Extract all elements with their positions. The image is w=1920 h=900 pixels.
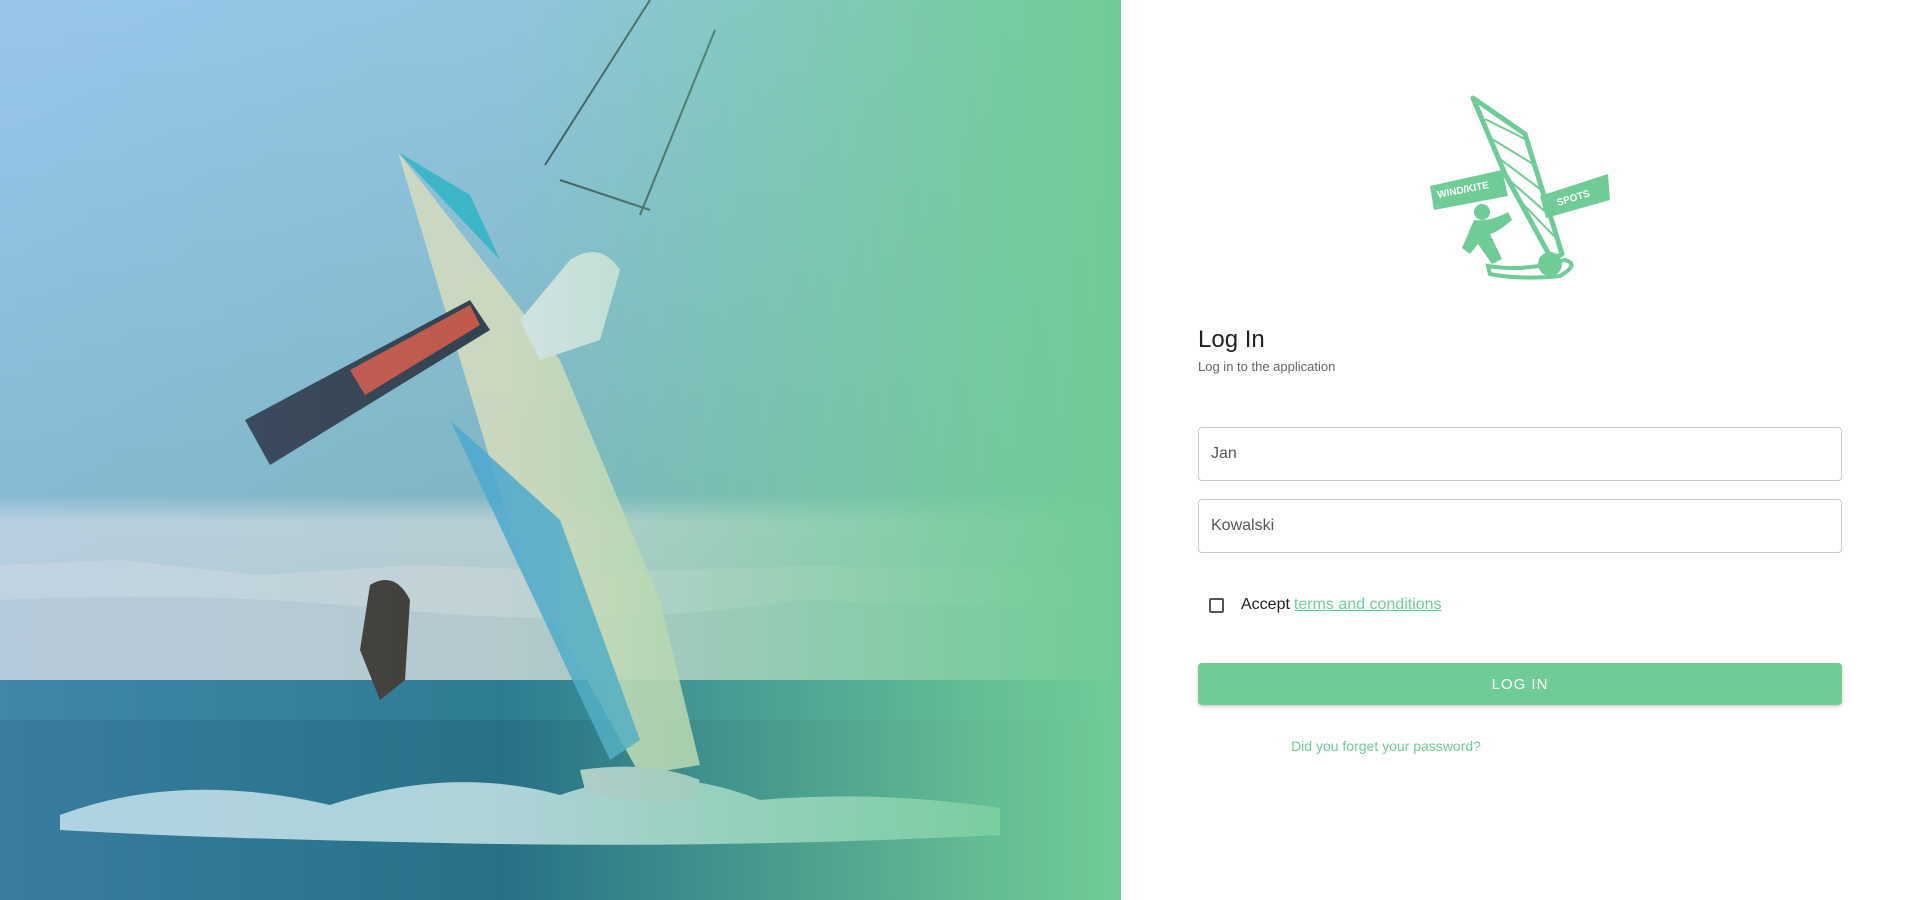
login-button[interactable]: LOG IN: [1198, 663, 1842, 705]
page-subtitle: Log in to the application: [1198, 359, 1336, 374]
terms-row: Accept terms and conditions: [1209, 596, 1442, 614]
accept-terms-checkbox[interactable]: [1209, 597, 1224, 613]
hero-gradient-overlay: [0, 0, 1121, 900]
windsurfer-logo-icon: WIND/KITE SPOTS: [1430, 95, 1610, 280]
terms-link[interactable]: terms and conditions: [1294, 596, 1442, 614]
first-name-input[interactable]: [1198, 427, 1842, 481]
page-title: Log In: [1198, 326, 1265, 353]
last-name-input[interactable]: [1198, 499, 1842, 553]
accept-label: Accept: [1241, 596, 1290, 613]
forgot-password-link[interactable]: Did you forget your password?: [1198, 738, 1574, 754]
hero-image: [0, 0, 1121, 900]
